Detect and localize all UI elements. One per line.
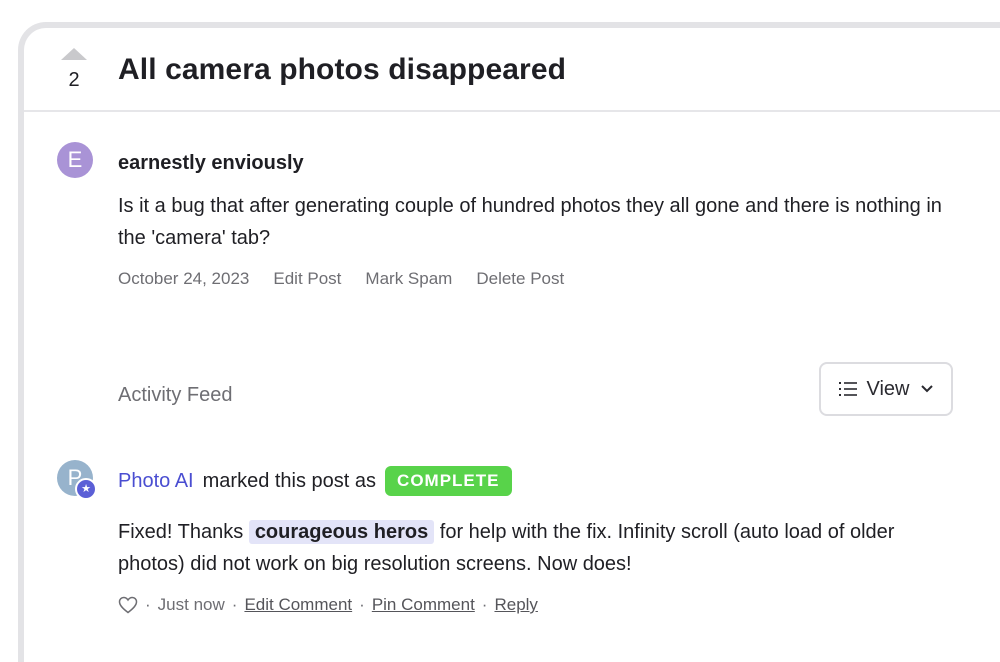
activity-feed-label: Activity Feed — [118, 384, 233, 406]
actor-name[interactable]: Photo AI — [118, 470, 194, 493]
author-avatar: E — [57, 142, 93, 178]
post-card: 2 All camera photos disappeared E earnes… — [18, 22, 1000, 662]
edit-comment-link[interactable]: Edit Comment — [244, 595, 352, 615]
comment-body: Fixed! Thanks courageous heros for help … — [118, 516, 948, 580]
vote-widget: 2 — [54, 48, 94, 92]
actor-avatar: P ★ — [57, 460, 97, 500]
post-body: Is it a bug that after generating couple… — [118, 195, 942, 249]
post-header: 2 All camera photos disappeared — [24, 28, 1000, 112]
upvote-arrow-icon[interactable] — [61, 48, 87, 60]
chevron-down-icon — [920, 385, 933, 393]
edit-post-link[interactable]: Edit Post — [273, 269, 341, 289]
status-badge: COMPLETE — [385, 466, 512, 496]
meta-separator: · — [231, 595, 238, 614]
view-label: View — [866, 377, 910, 400]
pin-comment-link[interactable]: Pin Comment — [372, 595, 475, 615]
heart-icon[interactable] — [118, 596, 138, 614]
comment-time: Just now — [157, 595, 225, 614]
list-icon — [838, 382, 857, 396]
reply-link[interactable]: Reply — [494, 595, 537, 615]
delete-post-link[interactable]: Delete Post — [476, 269, 564, 289]
comment-text-start: Fixed! Thanks — [118, 521, 244, 543]
vote-count: 2 — [68, 69, 80, 91]
meta-separator: · — [481, 595, 488, 614]
status-change-line: Photo AI marked this post as COMPLETE — [118, 466, 512, 496]
meta-separator: · — [145, 595, 151, 614]
post-title: All camera photos disappeared — [118, 53, 567, 86]
post-date: October 24, 2023 — [118, 269, 250, 288]
meta-separator: · — [359, 595, 365, 614]
status-change-text: marked this post as — [202, 469, 377, 492]
view-dropdown-button[interactable]: View — [819, 362, 953, 416]
star-badge-icon: ★ — [75, 478, 97, 500]
mark-spam-link[interactable]: Mark Spam — [365, 269, 452, 289]
post-author[interactable]: earnestly enviously — [118, 152, 304, 175]
post-meta: October 24, 2023 Edit Post Mark Spam Del… — [118, 269, 564, 289]
mention-tag[interactable]: courageous heros — [248, 520, 435, 544]
comment-meta: · Just now · Edit Comment · Pin Comment … — [118, 595, 538, 615]
